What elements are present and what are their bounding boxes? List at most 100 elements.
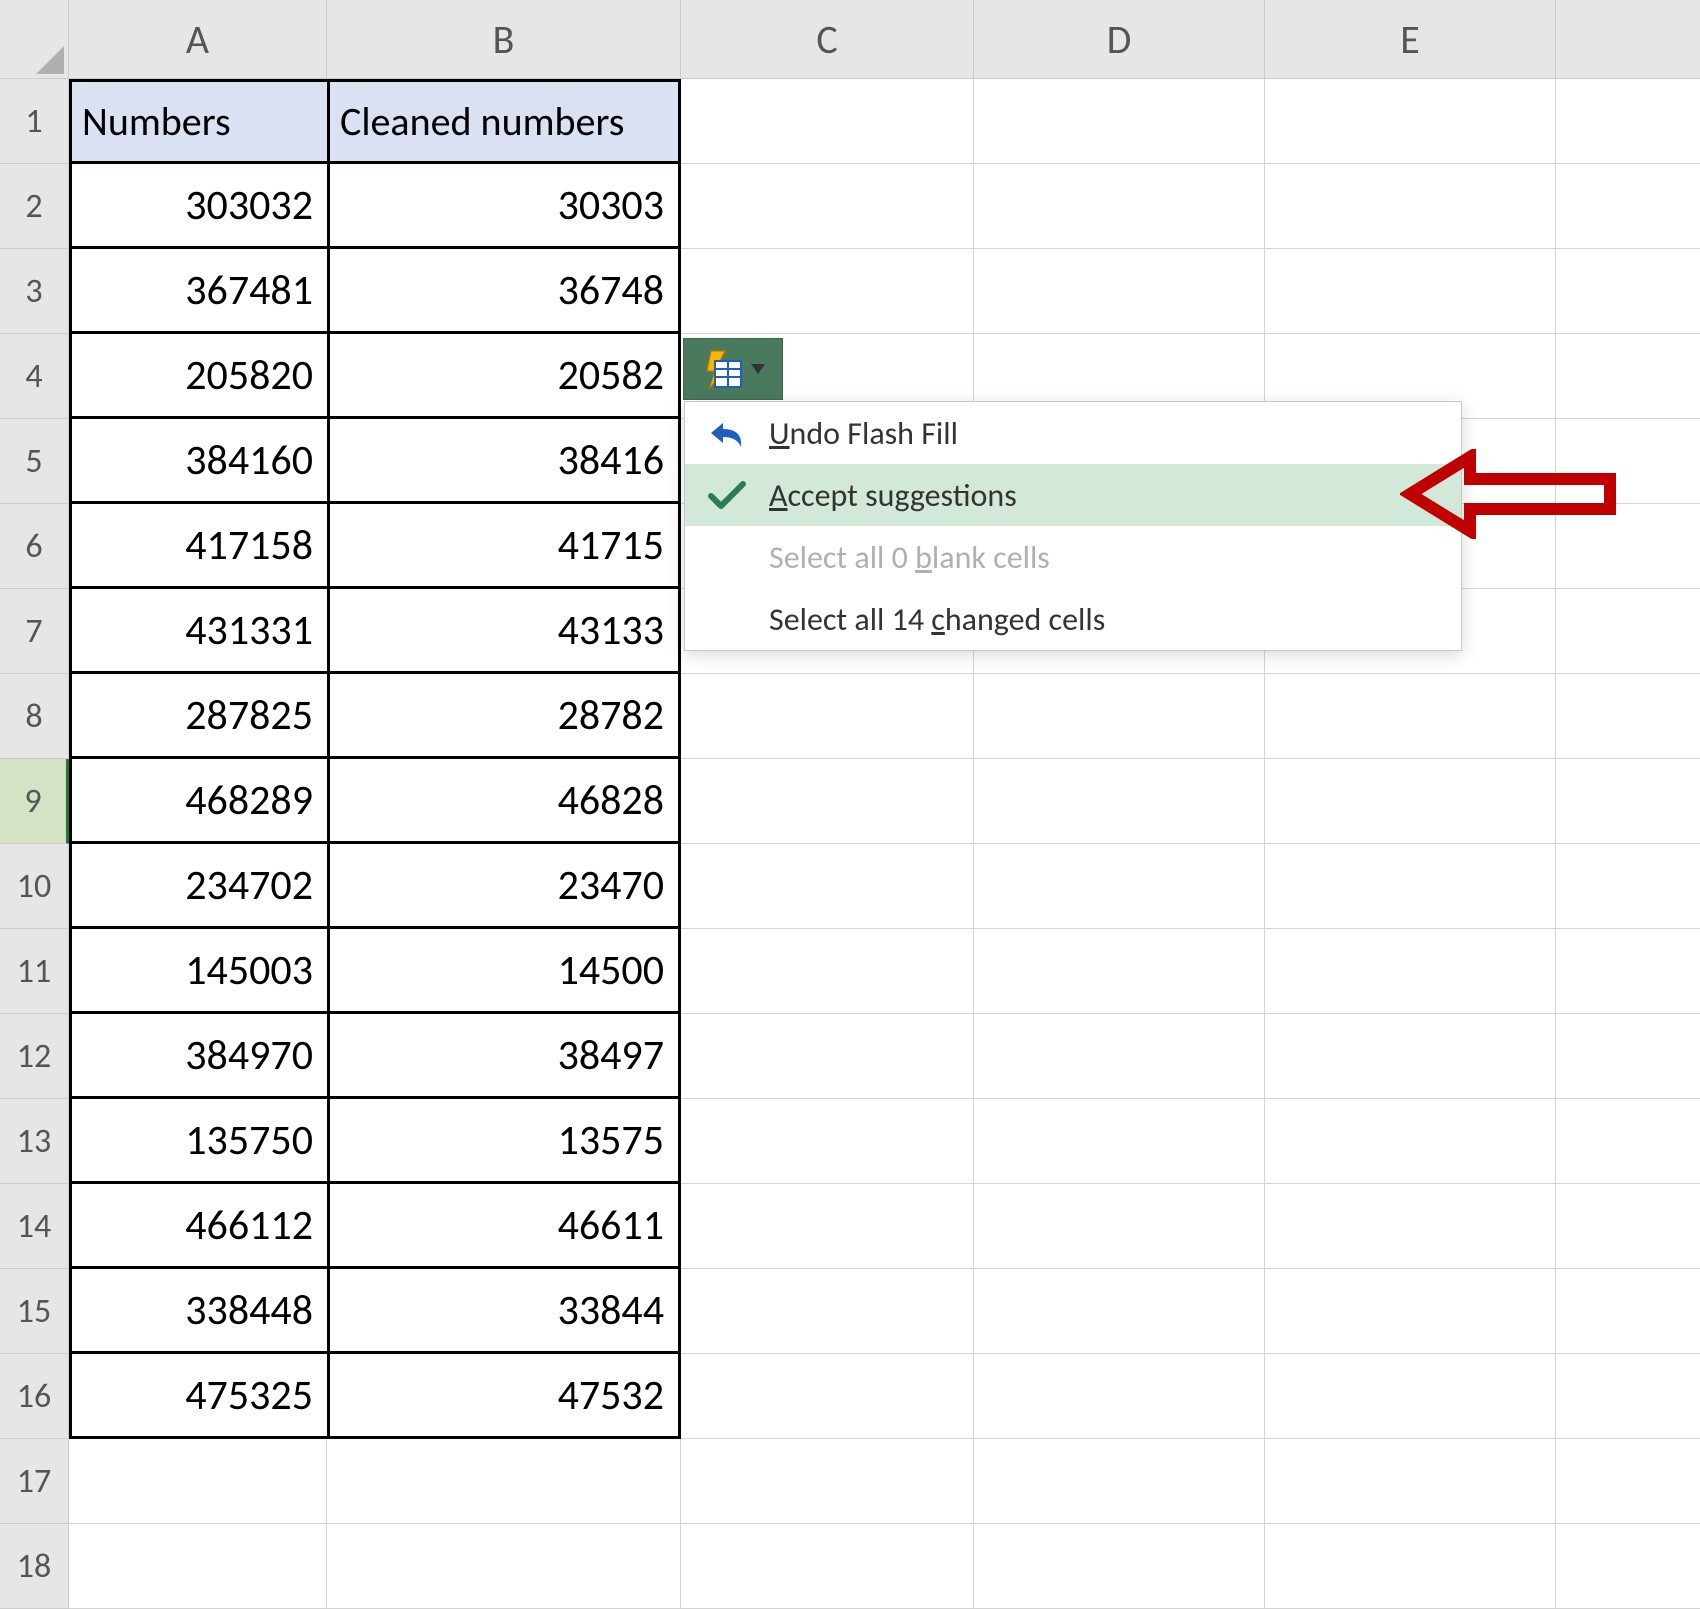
cell-x17[interactable]: [1556, 1439, 1700, 1524]
row-header-13[interactable]: 13: [0, 1099, 69, 1184]
cell-C18[interactable]: [681, 1524, 974, 1609]
cell-D16[interactable]: [974, 1354, 1265, 1439]
cell-C17[interactable]: [681, 1439, 974, 1524]
cell-A4[interactable]: 205820: [69, 334, 327, 419]
cell-B4[interactable]: 20582: [327, 334, 681, 419]
cell-B5[interactable]: 38416: [327, 419, 681, 504]
cell-D9[interactable]: [974, 759, 1265, 844]
row-header-9[interactable]: 9: [0, 759, 69, 844]
row-header-16[interactable]: 16: [0, 1354, 69, 1439]
cell-E18[interactable]: [1265, 1524, 1556, 1609]
row-header-2[interactable]: 2: [0, 164, 69, 249]
cell-B13[interactable]: 13575: [327, 1099, 681, 1184]
cell-x15[interactable]: [1556, 1269, 1700, 1354]
cell-x16[interactable]: [1556, 1354, 1700, 1439]
cell-x3[interactable]: [1556, 249, 1700, 334]
cell-E11[interactable]: [1265, 929, 1556, 1014]
cell-B10[interactable]: 23470: [327, 844, 681, 929]
cell-C16[interactable]: [681, 1354, 974, 1439]
cell-x2[interactable]: [1556, 164, 1700, 249]
cell-C11[interactable]: [681, 929, 974, 1014]
cell-E10[interactable]: [1265, 844, 1556, 929]
cell-A7[interactable]: 431331: [69, 589, 327, 674]
cell-A16[interactable]: 475325: [69, 1354, 327, 1439]
row-header-1[interactable]: 1: [0, 79, 69, 164]
cell-A5[interactable]: 384160: [69, 419, 327, 504]
cell-B7[interactable]: 43133: [327, 589, 681, 674]
cell-C15[interactable]: [681, 1269, 974, 1354]
cell-A2[interactable]: 303032: [69, 164, 327, 249]
cell-A18[interactable]: [69, 1524, 327, 1609]
cell-E12[interactable]: [1265, 1014, 1556, 1099]
cell-A12[interactable]: 384970: [69, 1014, 327, 1099]
cell-x8[interactable]: [1556, 674, 1700, 759]
cell-E1[interactable]: [1265, 79, 1556, 164]
cell-x1[interactable]: [1556, 79, 1700, 164]
column-header-D[interactable]: D: [974, 0, 1265, 79]
cell-x7[interactable]: [1556, 589, 1700, 674]
cell-A1[interactable]: Numbers: [69, 79, 327, 164]
cell-A11[interactable]: 145003: [69, 929, 327, 1014]
cell-A9[interactable]: 468289: [69, 759, 327, 844]
row-header-6[interactable]: 6: [0, 504, 69, 589]
cell-D8[interactable]: [974, 674, 1265, 759]
cell-D13[interactable]: [974, 1099, 1265, 1184]
cell-A8[interactable]: 287825: [69, 674, 327, 759]
cell-D10[interactable]: [974, 844, 1265, 929]
cell-E16[interactable]: [1265, 1354, 1556, 1439]
cell-B6[interactable]: 41715: [327, 504, 681, 589]
row-header-5[interactable]: 5: [0, 419, 69, 504]
cell-D15[interactable]: [974, 1269, 1265, 1354]
cell-C14[interactable]: [681, 1184, 974, 1269]
menu-item-select-changed-cells[interactable]: Select all 14 changed cells: [685, 588, 1461, 650]
cell-B18[interactable]: [327, 1524, 681, 1609]
cell-E3[interactable]: [1265, 249, 1556, 334]
column-header-B[interactable]: B: [327, 0, 681, 79]
cell-x14[interactable]: [1556, 1184, 1700, 1269]
cell-x10[interactable]: [1556, 844, 1700, 929]
cell-D14[interactable]: [974, 1184, 1265, 1269]
cell-B3[interactable]: 36748: [327, 249, 681, 334]
cell-D18[interactable]: [974, 1524, 1265, 1609]
cell-A15[interactable]: 338448: [69, 1269, 327, 1354]
column-header-C[interactable]: C: [681, 0, 974, 79]
cell-E14[interactable]: [1265, 1184, 1556, 1269]
menu-item-accept-suggestions[interactable]: Accept suggestions: [685, 464, 1461, 526]
cell-x12[interactable]: [1556, 1014, 1700, 1099]
menu-item-undo-flash-fill[interactable]: Undo Flash Fill: [685, 402, 1461, 464]
cell-A6[interactable]: 417158: [69, 504, 327, 589]
select-all-corner[interactable]: [0, 0, 69, 79]
cell-D1[interactable]: [974, 79, 1265, 164]
flash-fill-options-button[interactable]: [684, 339, 782, 399]
cell-E8[interactable]: [1265, 674, 1556, 759]
row-header-14[interactable]: 14: [0, 1184, 69, 1269]
cell-A3[interactable]: 367481: [69, 249, 327, 334]
cell-C3[interactable]: [681, 249, 974, 334]
cell-C12[interactable]: [681, 1014, 974, 1099]
cell-C13[interactable]: [681, 1099, 974, 1184]
cell-B12[interactable]: 38497: [327, 1014, 681, 1099]
cell-x13[interactable]: [1556, 1099, 1700, 1184]
row-header-4[interactable]: 4: [0, 334, 69, 419]
cell-D12[interactable]: [974, 1014, 1265, 1099]
cell-A13[interactable]: 135750: [69, 1099, 327, 1184]
cell-C9[interactable]: [681, 759, 974, 844]
row-header-18[interactable]: 18: [0, 1524, 69, 1609]
row-header-12[interactable]: 12: [0, 1014, 69, 1099]
cell-C10[interactable]: [681, 844, 974, 929]
row-header-15[interactable]: 15: [0, 1269, 69, 1354]
cell-x18[interactable]: [1556, 1524, 1700, 1609]
cell-x4[interactable]: [1556, 334, 1700, 419]
cell-x11[interactable]: [1556, 929, 1700, 1014]
cell-B17[interactable]: [327, 1439, 681, 1524]
cell-B15[interactable]: 33844: [327, 1269, 681, 1354]
column-header-extra[interactable]: [1556, 0, 1700, 79]
cell-E2[interactable]: [1265, 164, 1556, 249]
cell-B1[interactable]: Cleaned numbers: [327, 79, 681, 164]
cell-D17[interactable]: [974, 1439, 1265, 1524]
row-header-11[interactable]: 11: [0, 929, 69, 1014]
row-header-3[interactable]: 3: [0, 249, 69, 334]
cell-B14[interactable]: 46611: [327, 1184, 681, 1269]
row-header-8[interactable]: 8: [0, 674, 69, 759]
cell-B9[interactable]: 46828: [327, 759, 681, 844]
